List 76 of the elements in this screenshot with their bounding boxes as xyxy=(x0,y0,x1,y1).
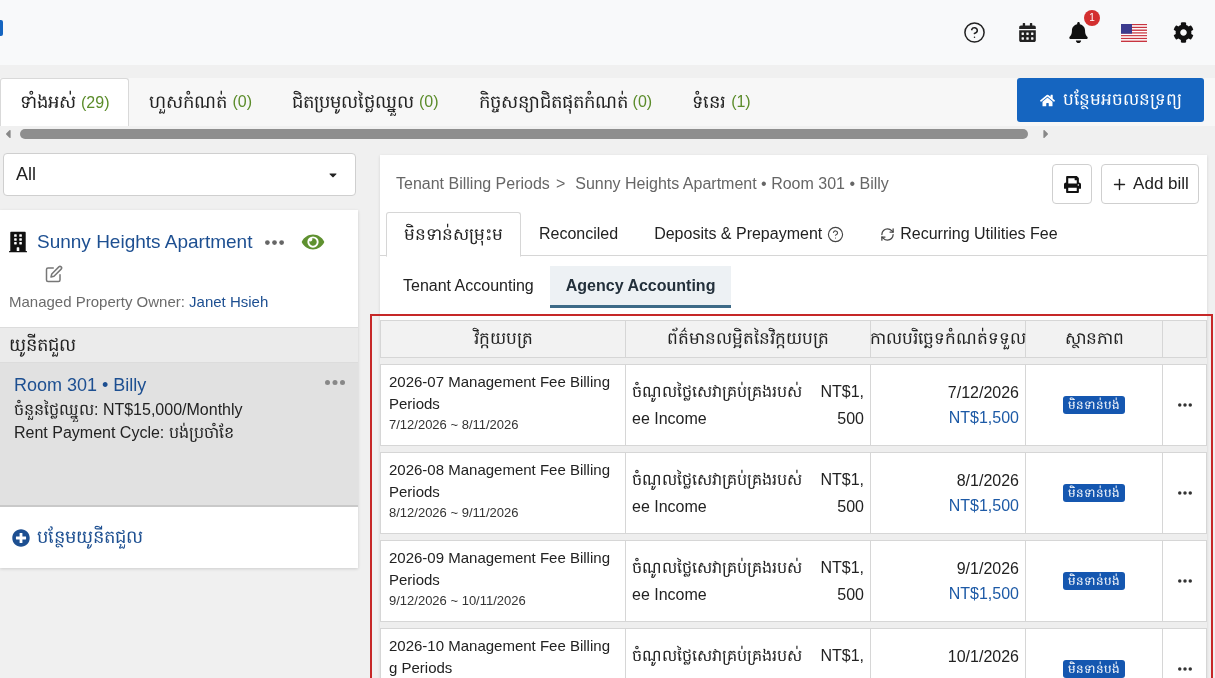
flag-icon[interactable] xyxy=(1121,23,1147,42)
owner-link[interactable]: Janet Hsieh xyxy=(189,292,269,310)
property-tab[interactable]: ទាំងអស់ (29) xyxy=(0,78,130,126)
billing-title: 2026-09 Management Fee Billing Periods xyxy=(389,548,611,590)
help-icon[interactable] xyxy=(963,21,986,44)
unit-cycle: Rent Payment Cycle: បង់ប្រចាំខែ xyxy=(14,422,234,444)
due-amount[interactable]: NT$1,500 xyxy=(948,405,1019,430)
notification-badge: 1 xyxy=(1084,10,1100,26)
unit-item[interactable]: Room 301 • Billy ចំនួនថ្លៃឈ្នួល: NT$15,000/Monthly Rent Payment Cycle: បង់ប្រចាំខែ xyxy=(0,363,358,507)
building-icon xyxy=(9,231,27,254)
fee-description: ចំណូលថ្លៃសេវាគ្រប់គ្រងរបស់ ee Income xyxy=(632,468,803,517)
column-header: ស្ថានភាព xyxy=(1064,328,1124,351)
column-header: កាលបរិច្ឆេទកំណត់ទទួល xyxy=(870,326,1026,352)
ellipsis-icon[interactable] xyxy=(1177,579,1192,583)
settings-icon[interactable] xyxy=(1173,22,1194,43)
ellipsis-icon[interactable] xyxy=(1177,667,1192,671)
filter-select[interactable]: All xyxy=(3,153,356,196)
billing-period: 7/12/2026 ~ 8/11/2026 xyxy=(389,416,519,434)
refresh-icon xyxy=(880,226,896,242)
ellipsis-icon[interactable] xyxy=(1177,491,1192,495)
add-property-button[interactable]: បន្ថែមអចលនទ្រព្យ xyxy=(1017,78,1204,122)
billing-period: 9/12/2026 ~ 10/11/2026 xyxy=(389,592,526,610)
fee-amount: NT$1,500 xyxy=(819,558,864,605)
fee-amount: NT$1, xyxy=(819,646,864,666)
edit-icon[interactable] xyxy=(45,264,63,283)
tab[interactable]: Recurring Utilities Fee xyxy=(862,212,1076,256)
due-date: 10/1/2026 xyxy=(947,647,1019,667)
due-amount[interactable]: NT$1,500 xyxy=(948,493,1019,518)
breadcrumb-link[interactable]: Tenant Billing Periods xyxy=(396,172,550,196)
unit-title: Room 301 • Billy xyxy=(14,374,147,397)
property-tab[interactable]: ទំនេរ (1) xyxy=(672,78,771,126)
due-date: 7/12/2026 xyxy=(947,383,1019,403)
tab[interactable]: Deposits & Prepayment xyxy=(636,212,863,256)
add-unit-link[interactable]: បន្ថែមយូនីតជួល xyxy=(37,524,143,551)
tab[interactable]: មិនទាន់សម្រុះម xyxy=(386,212,521,257)
bell-icon[interactable] xyxy=(1069,22,1088,43)
fee-description: ចំណូលថ្លៃសេវាគ្រប់គ្រងរបស់ xyxy=(632,644,803,668)
due-date: 9/1/2026 xyxy=(956,559,1019,579)
due-amount[interactable]: NT$1,500 xyxy=(948,581,1019,606)
billing-title: 2026-08 Management Fee Billing Periods xyxy=(389,460,611,502)
help-icon xyxy=(827,225,845,243)
fee-amount: NT$1,500 xyxy=(819,470,864,517)
ellipsis-icon[interactable] xyxy=(265,239,285,245)
fee-description: ចំណូលថ្លៃសេវាគ្រប់គ្រងរបស់ ee Income xyxy=(632,556,803,605)
billing-period: 8/12/2026 ~ 9/11/2026 xyxy=(389,504,519,522)
status-badge: មិនទាន់បង់ xyxy=(1063,660,1125,678)
status-badge: មិនទាន់បង់ xyxy=(1063,572,1125,590)
ellipsis-icon[interactable] xyxy=(1177,403,1192,407)
tab[interactable]: Reconciled xyxy=(521,212,637,256)
breadcrumb-current: Sunny Heights Apartment • Room 301 • Billy xyxy=(575,174,889,194)
unit-rent: ចំនួនថ្លៃឈ្នួល: NT$15,000/Monthly xyxy=(14,398,243,421)
logo-icon[interactable] xyxy=(0,20,3,36)
property-tab[interactable]: កិច្ចសន្យាជិតផុតកំណត់ (0) xyxy=(458,78,673,126)
property-tab[interactable]: ហួសកំណត់ (0) xyxy=(129,78,272,126)
status-badge: មិនទាន់បង់ xyxy=(1063,396,1125,414)
breadcrumb-separator: > xyxy=(555,174,566,194)
property-name[interactable]: Sunny Heights Apartment xyxy=(37,228,253,257)
status-badge: មិនទាន់បង់ xyxy=(1063,484,1125,502)
owner-text: Managed Property Owner: Janet Hsieh xyxy=(9,291,269,312)
add-bill-button[interactable]: Add bill xyxy=(1101,164,1199,204)
billing-title: 2026-10 Management Fee Billing g Periods xyxy=(389,636,611,678)
print-icon xyxy=(1063,175,1081,193)
fee-description: ចំណូលថ្លៃសេវាគ្រប់គ្រងរបស់ ee Income xyxy=(632,380,803,429)
due-date: 8/1/2026 xyxy=(956,471,1019,491)
subtab[interactable]: Agency Accounting xyxy=(549,266,732,308)
property-tab[interactable]: ជិតប្រមូលថ្លៃឈ្នួល (0) xyxy=(272,78,459,126)
scrollbar-thumb[interactable] xyxy=(20,129,1028,139)
home-icon xyxy=(1039,92,1055,108)
billing-title: 2026-07 Management Fee Billing Periods xyxy=(389,372,611,414)
calendar-icon[interactable] xyxy=(1019,23,1036,42)
column-header: ព័ត៌មានលម្អិតនៃវិក្កយបត្រ xyxy=(667,326,829,351)
fee-amount: NT$1,500 xyxy=(819,382,864,429)
column-header: វិក្កយបត្រ xyxy=(473,326,533,351)
print-button[interactable] xyxy=(1052,164,1092,204)
units-header: យូនីតជួល xyxy=(0,327,358,363)
subtab[interactable]: Tenant Accounting xyxy=(387,266,550,308)
